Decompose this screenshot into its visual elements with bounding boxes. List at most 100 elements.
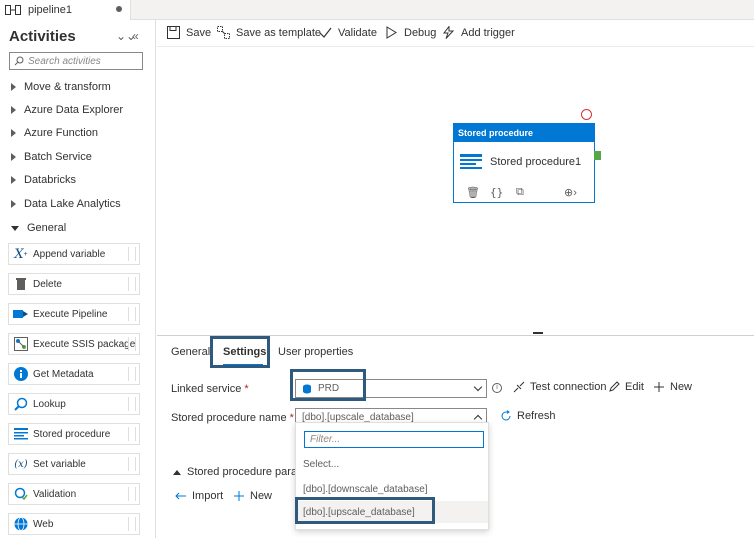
activity-set-variable[interactable]: (x) Set variable [8, 453, 140, 475]
search-box[interactable] [9, 52, 143, 70]
debug-button[interactable]: Debug [385, 26, 436, 39]
trash-icon [13, 276, 29, 292]
activity-execute-pipeline[interactable]: Execute Pipeline [8, 303, 140, 325]
activity-execute-ssis[interactable]: Execute SSIS package [8, 333, 140, 355]
tab-bar: pipeline1 [0, 0, 754, 20]
info-icon [13, 366, 29, 382]
stored-procedure-node[interactable]: Stored procedure Stored procedure1 🗑 {} … [453, 123, 601, 203]
chevron-right-icon [11, 129, 16, 137]
chevron-right-icon [11, 153, 16, 161]
search-input[interactable] [28, 55, 138, 67]
drag-handle[interactable] [128, 427, 136, 441]
new-linked-service-button[interactable]: New [653, 381, 692, 393]
test-connection-button[interactable]: Test connection [513, 381, 606, 393]
plus-icon [654, 382, 664, 392]
save-as-template-button[interactable]: Save as template [217, 26, 321, 39]
import-icon [175, 492, 186, 500]
category-data-lake-analytics[interactable]: Data Lake Analytics [11, 198, 121, 210]
plug-icon [513, 381, 525, 393]
validate-button[interactable]: Validate [319, 26, 377, 39]
drag-handle[interactable] [128, 337, 136, 351]
template-icon [217, 26, 230, 39]
search-icon [14, 56, 24, 66]
activity-append-variable[interactable]: X + Append variable [8, 243, 140, 265]
settings-tab-highlight [210, 336, 270, 368]
delete-icon[interactable]: 🗑 [466, 186, 480, 199]
category-batch-service[interactable]: Batch Service [11, 151, 92, 163]
lookup-icon [13, 396, 29, 412]
activities-sidebar: Activities ⌄⌄ « Move & transform Azure D… [0, 20, 156, 538]
pipeline-toolbar: Save Save as template Validate Debug Add… [157, 20, 754, 47]
append-variable-icon: X + [14, 246, 28, 262]
drag-handle[interactable] [128, 307, 136, 321]
linked-service-label: Linked service * [171, 383, 249, 395]
drag-handle[interactable] [128, 487, 136, 501]
drag-handle[interactable] [128, 247, 136, 261]
add-trigger-button[interactable]: Add trigger [442, 26, 515, 39]
chevron-right-icon [11, 83, 16, 91]
import-button[interactable]: Import [175, 490, 223, 502]
activity-stored-procedure[interactable]: Stored procedure [8, 423, 140, 445]
plus-icon [234, 491, 244, 501]
chevron-down-icon [473, 382, 483, 392]
drag-handle[interactable] [128, 457, 136, 471]
globe-icon [13, 516, 29, 532]
category-move-transform[interactable]: Move & transform [11, 81, 111, 93]
option-select[interactable]: Select... [296, 453, 488, 475]
chevron-down-icon [11, 225, 19, 231]
stored-procedure-icon [460, 154, 482, 169]
node-header: Stored procedure [454, 124, 594, 142]
filter-input[interactable] [304, 431, 484, 448]
drag-handle[interactable] [128, 277, 136, 291]
execute-pipeline-icon [13, 306, 29, 322]
activity-get-metadata[interactable]: Get Metadata [8, 363, 140, 385]
play-icon [386, 26, 397, 39]
category-general[interactable]: General [11, 222, 66, 234]
chevron-right-icon [11, 200, 16, 208]
linked-service-highlight [290, 369, 366, 401]
validation-icon [13, 486, 29, 502]
tab-general[interactable]: General [171, 346, 210, 358]
drag-handle[interactable] [128, 397, 136, 411]
save-button[interactable]: Save [167, 26, 211, 39]
drag-handle[interactable] [128, 517, 136, 531]
tab-user-properties[interactable]: User properties [278, 346, 353, 358]
drag-handle[interactable] [128, 367, 136, 381]
code-icon[interactable]: {} [490, 186, 503, 199]
unsaved-indicator [116, 6, 122, 12]
add-output-icon[interactable]: ⊕› [564, 186, 577, 199]
category-azure-function[interactable]: Azure Function [11, 127, 98, 139]
category-azure-data-explorer[interactable]: Azure Data Explorer [11, 104, 123, 116]
pipeline-canvas[interactable]: Stored procedure Stored procedure1 🗑 {} … [157, 48, 754, 334]
info-icon[interactable]: i [492, 383, 502, 393]
node-body: Stored procedure1 [460, 154, 581, 170]
refresh-icon [501, 410, 511, 421]
activity-web[interactable]: Web [8, 513, 140, 535]
set-variable-icon: (x) [14, 458, 28, 470]
category-databricks[interactable]: Databricks [11, 174, 76, 186]
properties-panel: General Settings User properties Linked … [157, 335, 754, 538]
checkmark-icon [319, 27, 332, 38]
ssis-icon [13, 336, 29, 352]
activity-lookup[interactable]: Lookup [8, 393, 140, 415]
activity-validation[interactable]: Validation [8, 483, 140, 505]
upscale-option-highlight [295, 497, 435, 524]
edit-button[interactable]: Edit [608, 381, 644, 393]
save-icon [167, 26, 180, 39]
new-parameter-button[interactable]: New [233, 490, 272, 502]
hide-panel-icon[interactable]: « [132, 29, 139, 43]
refresh-button[interactable]: Refresh [500, 410, 556, 422]
node-name: Stored procedure1 [490, 156, 582, 168]
activity-delete[interactable]: Delete [8, 273, 140, 295]
failure-output-icon[interactable] [581, 109, 592, 120]
tab-title: pipeline1 [28, 4, 73, 16]
tab-pipeline1[interactable]: pipeline1 [0, 0, 131, 20]
sp-parameters-section[interactable]: Stored procedure parame [173, 466, 312, 478]
sp-name-label: Stored procedure name * [171, 412, 294, 424]
copy-icon[interactable]: ⧉ [516, 186, 524, 199]
panel-resize-handle[interactable] [533, 332, 543, 334]
chevron-right-icon [11, 106, 16, 114]
success-output-handle[interactable] [594, 151, 601, 160]
lightning-icon [442, 26, 455, 39]
pipeline-icon [5, 5, 21, 15]
